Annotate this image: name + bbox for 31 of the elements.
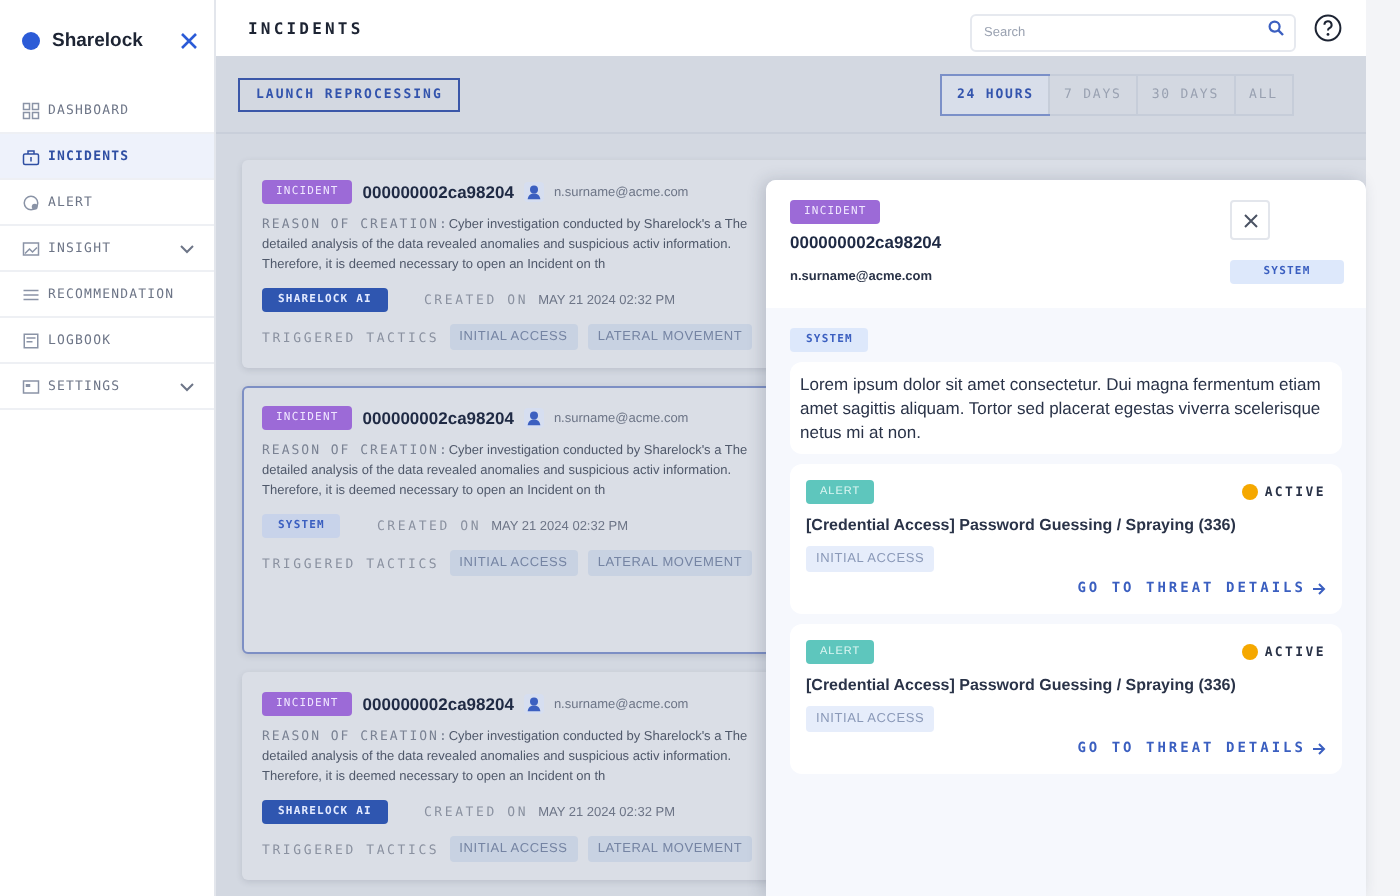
page-title: INCIDENTS — [248, 19, 366, 37]
alert-title: [Credential Access] Password Guessing / Spraying (336) — [806, 676, 1238, 694]
alert-title: [Credential Access] Password Guessing / Spraying (336) — [806, 516, 1238, 534]
incident-id: 000000002ca98204 — [362, 694, 514, 714]
incident-id: 000000002ca98204 — [362, 182, 514, 202]
user-icon — [523, 408, 544, 428]
user-icon — [523, 182, 544, 202]
close-icon[interactable] — [180, 31, 198, 49]
chevron-down-icon[interactable] — [180, 381, 194, 391]
arrow-right-icon — [1312, 581, 1326, 595]
list-icon — [22, 285, 40, 303]
close-icon[interactable] — [1243, 213, 1257, 227]
arrow-right-icon — [1312, 741, 1326, 755]
comment-text: Lorem ipsum dolor sit amet consectetur. Dui magna fermentum etiam amet sagittis aliquam. Tortor sed placerat egestas viverra scelerisque netus mi at non. — [790, 362, 1342, 454]
incident-id: 000000002ca98204 — [790, 232, 944, 252]
user-icon — [523, 694, 544, 714]
brand-name: Sharelock — [52, 29, 145, 51]
status-dot — [1242, 644, 1259, 660]
briefcase-icon — [22, 147, 40, 165]
search-icon[interactable] — [1268, 20, 1284, 36]
panel-icon — [22, 377, 40, 395]
status-dot — [1242, 484, 1259, 500]
book-icon — [22, 331, 40, 349]
brand-logo-icon — [22, 31, 40, 49]
badge-icon — [22, 193, 40, 211]
grid-icon — [22, 101, 40, 119]
incident-id: 000000002ca98204 — [362, 408, 514, 428]
chevron-down-icon[interactable] — [180, 243, 194, 253]
close-button[interactable] — [1230, 200, 1270, 240]
chart-icon — [22, 239, 40, 257]
help-icon[interactable] — [1314, 14, 1342, 42]
